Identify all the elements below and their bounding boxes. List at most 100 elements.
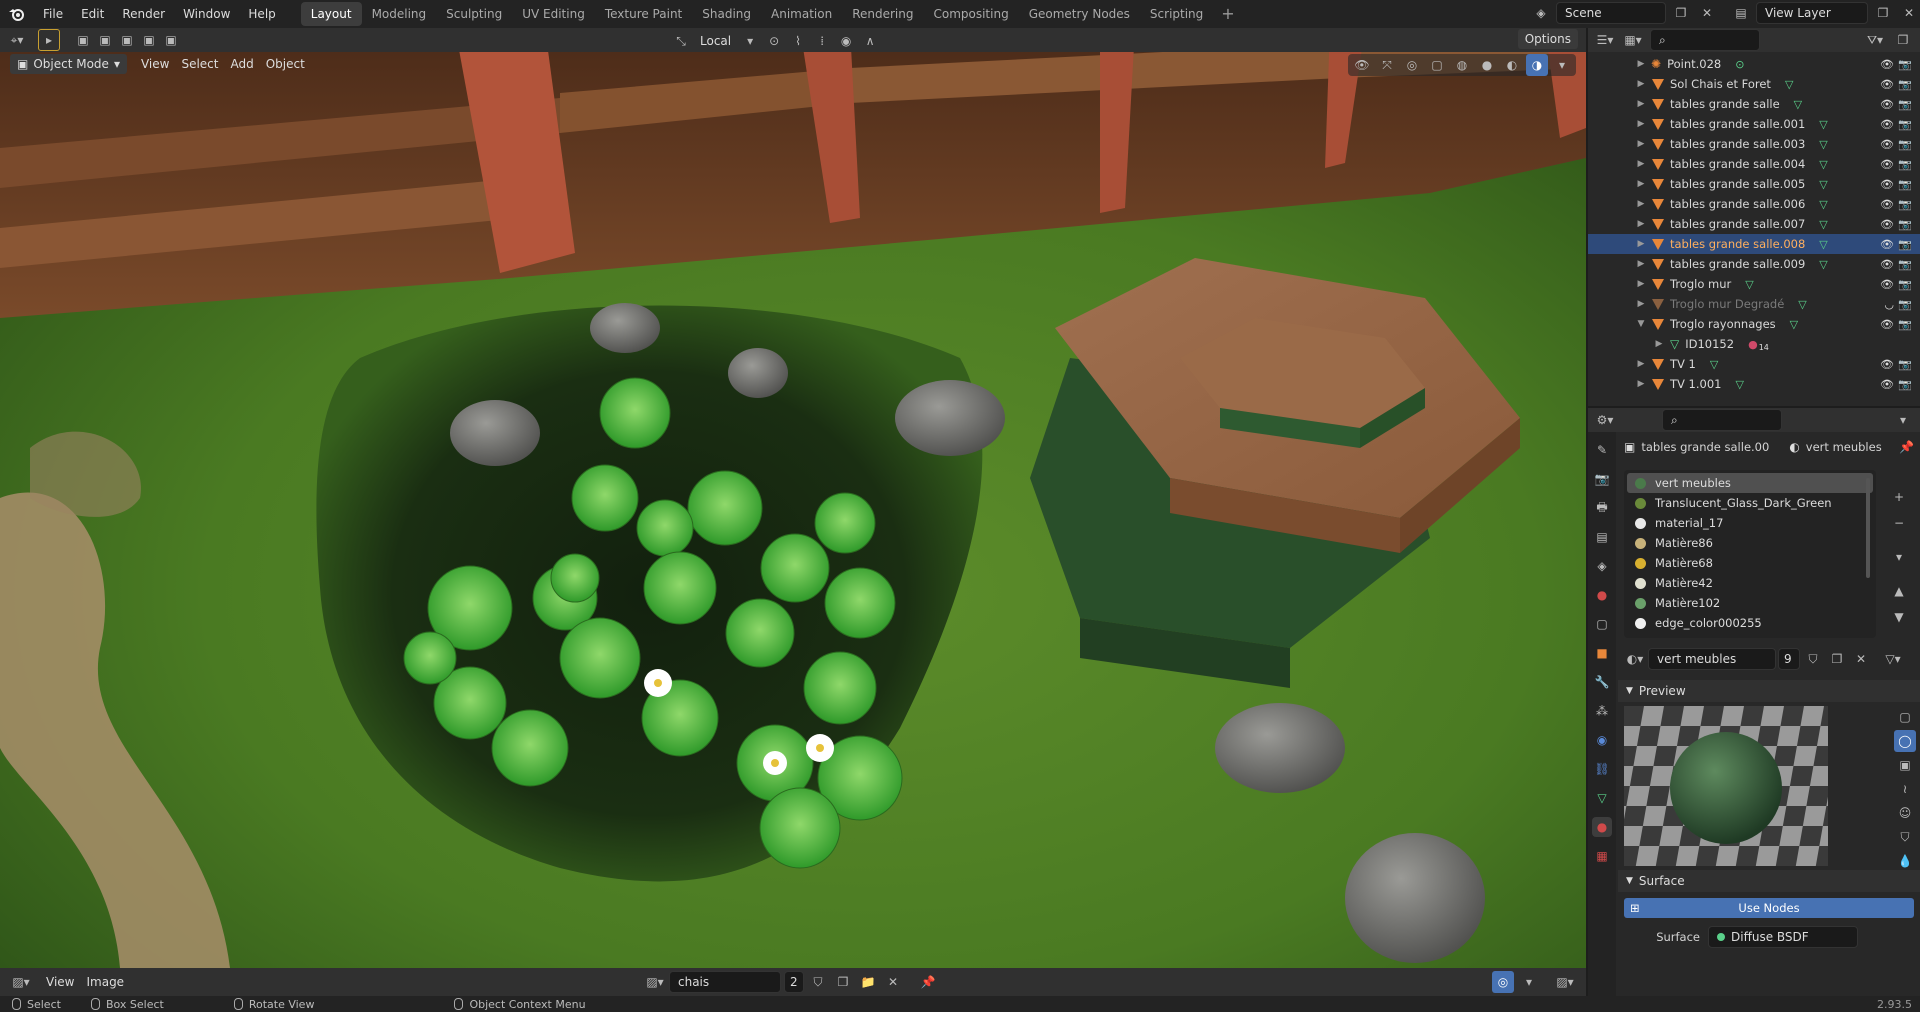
tab-uv-editing[interactable]: UV Editing	[512, 2, 595, 26]
view-layer-tab-icon[interactable]: ▤	[1592, 527, 1612, 547]
add-workspace-button[interactable]: +	[1213, 2, 1242, 26]
texture-tab-icon[interactable]: ▦	[1592, 846, 1612, 866]
tab-animation[interactable]: Animation	[761, 2, 842, 26]
snap-target-icon[interactable]: ⁞	[811, 30, 833, 52]
menu-select[interactable]: Select	[175, 54, 224, 74]
render-camera-icon[interactable]: 📷	[1898, 178, 1912, 191]
xray-icon[interactable]: ▢	[1426, 54, 1448, 76]
unlink-image-icon[interactable]: ✕	[882, 971, 904, 993]
gizmo-toggle-icon[interactable]: ◎	[1492, 971, 1514, 993]
expand-right-icon[interactable]: ▶	[1634, 79, 1648, 89]
material-slot[interactable]: Matière42	[1627, 573, 1873, 593]
menu-view[interactable]: View	[135, 54, 175, 74]
render-camera-icon[interactable]: 📷	[1898, 78, 1912, 91]
properties-search-input[interactable]: ⌕	[1662, 409, 1782, 431]
outliner-row[interactable]: ▶ Troglo mur ▽ 👁 📷	[1588, 274, 1920, 294]
pin-icon[interactable]: 📌	[917, 971, 939, 993]
options-button[interactable]: Options	[1514, 29, 1578, 49]
use-nodes-button[interactable]: ⊞ Use Nodes	[1624, 898, 1914, 918]
outliner-row[interactable]: ▶ tables grande salle.009 ▽ 👁 📷	[1588, 254, 1920, 274]
menu-help[interactable]: Help	[239, 0, 284, 28]
outliner-editor-type-icon[interactable]: ☰▾	[1594, 29, 1616, 51]
tab-rendering[interactable]: Rendering	[842, 2, 923, 26]
eye-icon[interactable]: 👁	[1880, 198, 1894, 211]
filter-icon[interactable]: ⛛▾	[1864, 29, 1886, 51]
preview-panel-header[interactable]: ▼ Preview	[1618, 680, 1920, 702]
outliner-search-input[interactable]: ⌕	[1650, 29, 1760, 51]
expand-right-icon[interactable]: ▶	[1634, 119, 1648, 129]
material-slot[interactable]: Matière68	[1627, 553, 1873, 573]
render-camera-icon[interactable]: 📷	[1898, 58, 1912, 71]
shading-options-icon[interactable]: ▾	[1551, 54, 1573, 76]
menu-image-view[interactable]: View	[40, 972, 80, 992]
material-tab-icon[interactable]: ●	[1592, 817, 1612, 837]
expand-right-icon[interactable]: ▶	[1634, 59, 1648, 69]
eye-icon[interactable]: 👁	[1880, 118, 1894, 131]
tab-geometry-nodes[interactable]: Geometry Nodes	[1019, 2, 1140, 26]
rendered-shading-icon[interactable]: ◑	[1526, 54, 1548, 76]
eye-icon[interactable]: 👁	[1880, 158, 1894, 171]
preview-hair-icon[interactable]: ≀	[1894, 778, 1916, 800]
scene-tab-icon[interactable]: ◈	[1592, 556, 1612, 576]
material-slot[interactable]: vert meubles	[1627, 473, 1873, 493]
render-camera-icon[interactable]: 📷	[1898, 118, 1912, 131]
render-camera-icon[interactable]: 📷	[1898, 298, 1912, 311]
data-tab-icon[interactable]: ▽	[1592, 788, 1612, 808]
outliner-row[interactable]: ▶ ▽ ID10152 ● 14	[1588, 334, 1920, 354]
new-view-layer-icon[interactable]: ❐	[1872, 2, 1894, 24]
menu-render[interactable]: Render	[113, 0, 174, 28]
object-tab-icon[interactable]: ■	[1592, 643, 1612, 663]
link-type-icon[interactable]: ▽▾	[1882, 648, 1904, 670]
new-collection-icon[interactable]: ❐	[1892, 29, 1914, 51]
fake-user-icon[interactable]: ⛉	[1802, 648, 1824, 670]
eye-icon[interactable]: 👁	[1880, 358, 1894, 371]
delete-view-layer-icon[interactable]: ✕	[1898, 2, 1920, 24]
render-camera-icon[interactable]: 📷	[1898, 138, 1912, 151]
render-camera-icon[interactable]: 📷	[1898, 278, 1912, 291]
modifier-tab-icon[interactable]: 🔧	[1592, 672, 1612, 692]
render-camera-icon[interactable]: 📷	[1898, 238, 1912, 251]
gizmo-icon[interactable]: ⤧	[1376, 54, 1398, 76]
select-tool-icon[interactable]: ▸	[38, 29, 60, 51]
material-slot[interactable]: Translucent_Glass_Dark_Green	[1627, 493, 1873, 513]
outliner-row[interactable]: ▶ TV 1.001 ▽ 👁 📷	[1588, 374, 1920, 394]
material-shading-icon[interactable]: ◐	[1501, 54, 1523, 76]
eye-icon[interactable]: 👁	[1880, 178, 1894, 191]
move-up-icon[interactable]: ▲	[1888, 580, 1910, 602]
blender-logo-icon[interactable]	[0, 0, 34, 28]
solid-shading-icon[interactable]: ●	[1476, 54, 1498, 76]
render-camera-icon[interactable]: 📷	[1898, 158, 1912, 171]
user-count[interactable]: 9	[1778, 648, 1800, 670]
preview-monkey-icon[interactable]: ☺	[1894, 802, 1916, 824]
chevron-down-icon[interactable]: ▾	[1892, 409, 1914, 431]
physics-tab-icon[interactable]: ◉	[1592, 730, 1612, 750]
new-image-icon[interactable]: ❐	[832, 971, 854, 993]
falloff-icon[interactable]: ∧	[859, 30, 881, 52]
outliner-row[interactable]: ▶ tables grande salle.008 ▽ 👁 📷	[1588, 234, 1920, 254]
outliner-row[interactable]: ▶ TV 1 ▽ 👁 📷	[1588, 354, 1920, 374]
image-editor-type-icon[interactable]: ▨▾	[10, 971, 32, 993]
outliner-row[interactable]: ▶ tables grande salle.005 ▽ 👁 📷	[1588, 174, 1920, 194]
outliner-row[interactable]: ▶ Sol Chais et Foret ▽ 👁 📷	[1588, 74, 1920, 94]
expand-right-icon[interactable]: ▶	[1634, 299, 1648, 309]
eye-icon[interactable]: 👁	[1880, 278, 1894, 291]
tab-scripting[interactable]: Scripting	[1140, 2, 1213, 26]
eye-icon[interactable]: 👁	[1880, 318, 1894, 331]
collection-tab-icon[interactable]: ▢	[1592, 614, 1612, 634]
image-name-field[interactable]: chais plafond.jpg	[669, 971, 781, 1009]
constraints-tab-icon[interactable]: ⛓	[1592, 759, 1612, 779]
expand-right-icon[interactable]: ▶	[1634, 279, 1648, 289]
chevron-down-icon[interactable]: ▾	[739, 30, 761, 52]
view-layer-field[interactable]: View Layer	[1756, 2, 1868, 24]
orientation-dropdown[interactable]: Local	[694, 31, 737, 51]
open-image-icon[interactable]: 📁	[857, 971, 879, 993]
select-mode-subtract-icon[interactable]: ▣	[116, 29, 138, 51]
visibility-icon[interactable]: 👁	[1351, 54, 1373, 76]
preview-flat-icon[interactable]: ▢	[1894, 706, 1916, 728]
outliner-row[interactable]: ▶ tables grande salle.001 ▽ 👁 📷	[1588, 114, 1920, 134]
render-camera-icon[interactable]: 📷	[1898, 98, 1912, 111]
menu-add[interactable]: Add	[224, 54, 259, 74]
eye-icon[interactable]: 👁	[1880, 98, 1894, 111]
image-user-count[interactable]: 2	[784, 971, 804, 993]
expand-right-icon[interactable]: ▶	[1634, 259, 1648, 269]
